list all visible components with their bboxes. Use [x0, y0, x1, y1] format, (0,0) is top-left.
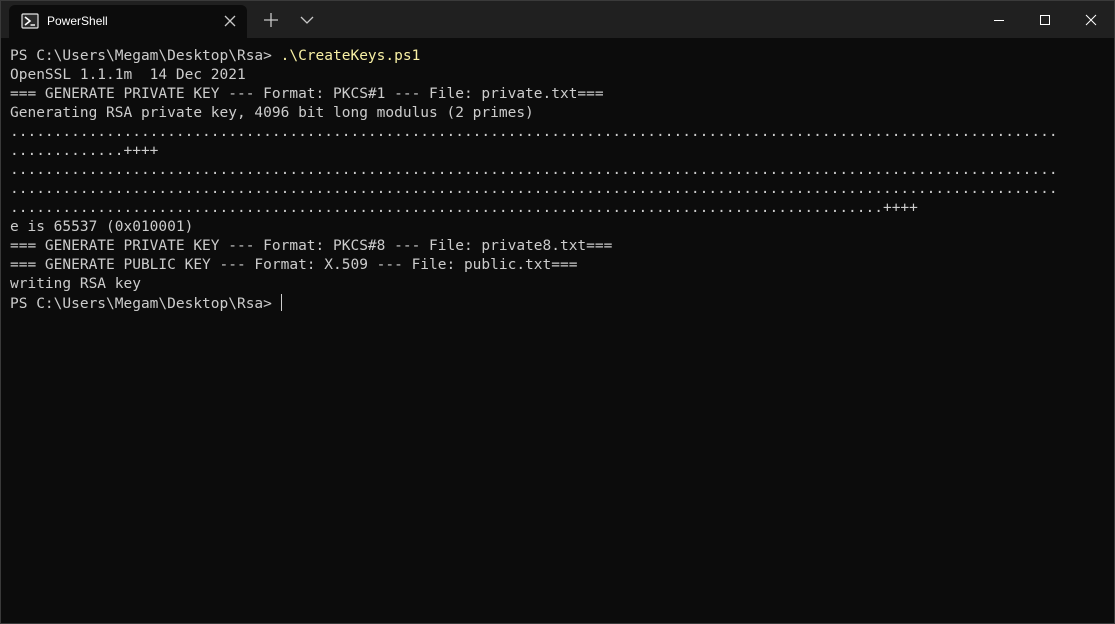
tab-title: PowerShell [47, 14, 108, 28]
terminal-output[interactable]: PS C:\Users\Megam\Desktop\Rsa> .\CreateK… [10, 47, 1107, 313]
maximize-icon [1040, 15, 1050, 25]
command: .\CreateKeys.ps1 [280, 48, 421, 64]
prompt-line[interactable]: PS C:\Users\Megam\Desktop\Rsa> [10, 294, 1107, 313]
plus-icon[interactable] [263, 12, 279, 28]
text-cursor [280, 294, 283, 311]
prompt: PS C:\Users\Megam\Desktop\Rsa> [10, 296, 281, 312]
output-line: ........................................… [10, 124, 1058, 140]
output-line: writing RSA key [10, 276, 141, 292]
output-line: === GENERATE PRIVATE KEY --- Format: PKC… [10, 238, 613, 254]
output-line: === GENERATE PRIVATE KEY --- Format: PKC… [10, 86, 604, 102]
command-line: PS C:\Users\Megam\Desktop\Rsa> .\CreateK… [10, 47, 1107, 66]
title-bar[interactable]: PowerShell [1, 1, 1114, 38]
output-line: ........................................… [10, 162, 1058, 178]
close-window-button[interactable] [1068, 1, 1114, 38]
powershell-icon [21, 13, 39, 29]
minimize-icon [994, 20, 1004, 21]
output-line: === GENERATE PUBLIC KEY --- Format: X.50… [10, 257, 578, 273]
close-icon[interactable] [223, 14, 237, 28]
output-line: ........................................… [10, 200, 918, 216]
output-line: ........................................… [10, 181, 1058, 197]
output-line: e is 65537 (0x010001) [10, 219, 194, 235]
close-icon [1085, 14, 1097, 26]
output-line: .............++++ [10, 143, 159, 159]
prompt: PS C:\Users\Megam\Desktop\Rsa> [10, 48, 281, 64]
terminal-window: PowerShell PS C:\Users\Megam\Desktop\Rsa… [0, 0, 1115, 624]
output-line: OpenSSL 1.1.1m 14 Dec 2021 [10, 67, 246, 83]
maximize-button[interactable] [1022, 1, 1068, 38]
minimize-button[interactable] [976, 1, 1022, 38]
chevron-down-icon[interactable] [300, 15, 314, 25]
output-line: Generating RSA private key, 4096 bit lon… [10, 105, 534, 121]
tab-powershell[interactable]: PowerShell [9, 5, 247, 38]
